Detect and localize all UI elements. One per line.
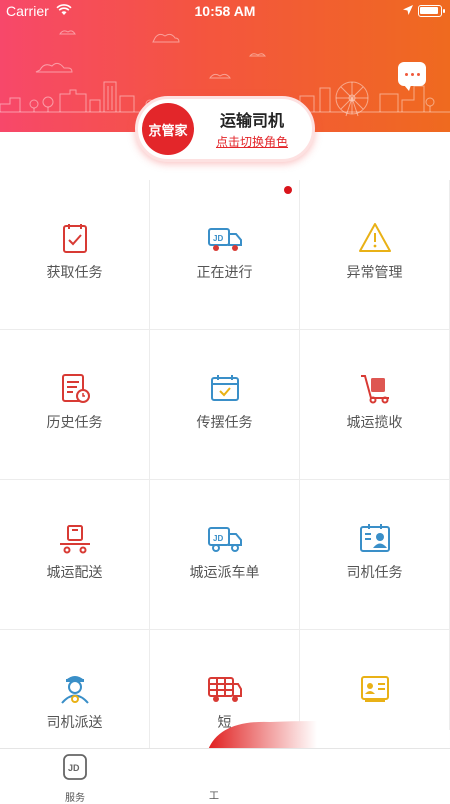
driver-clipboard-icon	[360, 524, 390, 552]
warning-triangle-icon	[359, 223, 391, 252]
battery-icon	[418, 5, 445, 17]
grid-item-label: 历史任务	[46, 415, 103, 431]
location-arrow-icon	[403, 5, 413, 15]
grid-item-label: 正在进行	[196, 265, 253, 281]
grid-item-label: 司机派送	[46, 715, 103, 731]
grid-item-label: 异常管理	[346, 265, 403, 281]
grid-item-history[interactable]: 历史任务	[0, 330, 150, 480]
jd-truck-outline-icon: JD	[208, 527, 242, 552]
hand-truck-icon	[361, 375, 389, 404]
tab-service[interactable]: JD 服务	[58, 753, 92, 804]
clock: 10:58 AM	[194, 3, 256, 19]
grid-item-label: 传摆任务	[196, 415, 253, 431]
jd-tab-icon: JD	[63, 754, 87, 780]
history-clipboard-icon	[62, 374, 90, 403]
grid-item-city-dispatch-order[interactable]: JD 城运派车单	[150, 480, 300, 630]
role-name: 运输司机	[220, 111, 285, 130]
jd-truck-icon: JD	[208, 228, 242, 251]
svg-text:JD: JD	[213, 234, 223, 243]
grid-item-get-task[interactable]: 获取任务	[0, 180, 150, 330]
grid-item-city-delivery[interactable]: 城运配送	[0, 480, 150, 630]
driver-person-icon	[61, 676, 89, 704]
chat-bubble-icon[interactable]	[398, 62, 426, 91]
grid-item-city-pickup[interactable]: 城运揽收	[300, 330, 450, 480]
grid-item-label: 城运配送	[46, 565, 103, 581]
id-card-icon	[361, 676, 389, 702]
grid-item-label: 司机任务	[346, 565, 403, 581]
role-switch-card[interactable]: 京管家 运输司机 点击切换角色	[135, 96, 315, 162]
grid-item-in-progress[interactable]: JD 正在进行	[150, 180, 300, 330]
switch-role-link[interactable]: 点击切换角色	[216, 133, 288, 150]
bottom-tab-bar: JD 服务 工	[0, 748, 450, 804]
clipboard-check-icon	[63, 224, 87, 253]
grid-item-label: 城运揽收	[346, 415, 403, 431]
tab-service-label: 服务	[65, 793, 85, 804]
app-logo: 京管家	[142, 103, 194, 155]
calendar-check-icon	[211, 375, 239, 401]
grid-item-label: 城运派车单	[189, 565, 260, 581]
svg-text:JD: JD	[213, 534, 223, 543]
grid-item-label: 获取任务	[46, 265, 103, 281]
delivery-boxes-truck-icon	[208, 677, 242, 702]
grid-item-label: 短	[217, 715, 232, 731]
grid-item-driver-task[interactable]: 司机任务	[300, 480, 450, 630]
function-grid: 获取任务 JD 正在进行 异常管理 历史任务 传摆任务 城运揽收 城运配送 JD…	[0, 180, 450, 780]
svg-text:JD: JD	[68, 763, 80, 773]
grid-item-shuttle-task[interactable]: 传摆任务	[150, 330, 300, 480]
status-bar: Carrier 10:58 AM	[0, 0, 450, 24]
grid-item-exception[interactable]: 异常管理	[300, 180, 450, 330]
package-cart-icon	[60, 525, 90, 554]
